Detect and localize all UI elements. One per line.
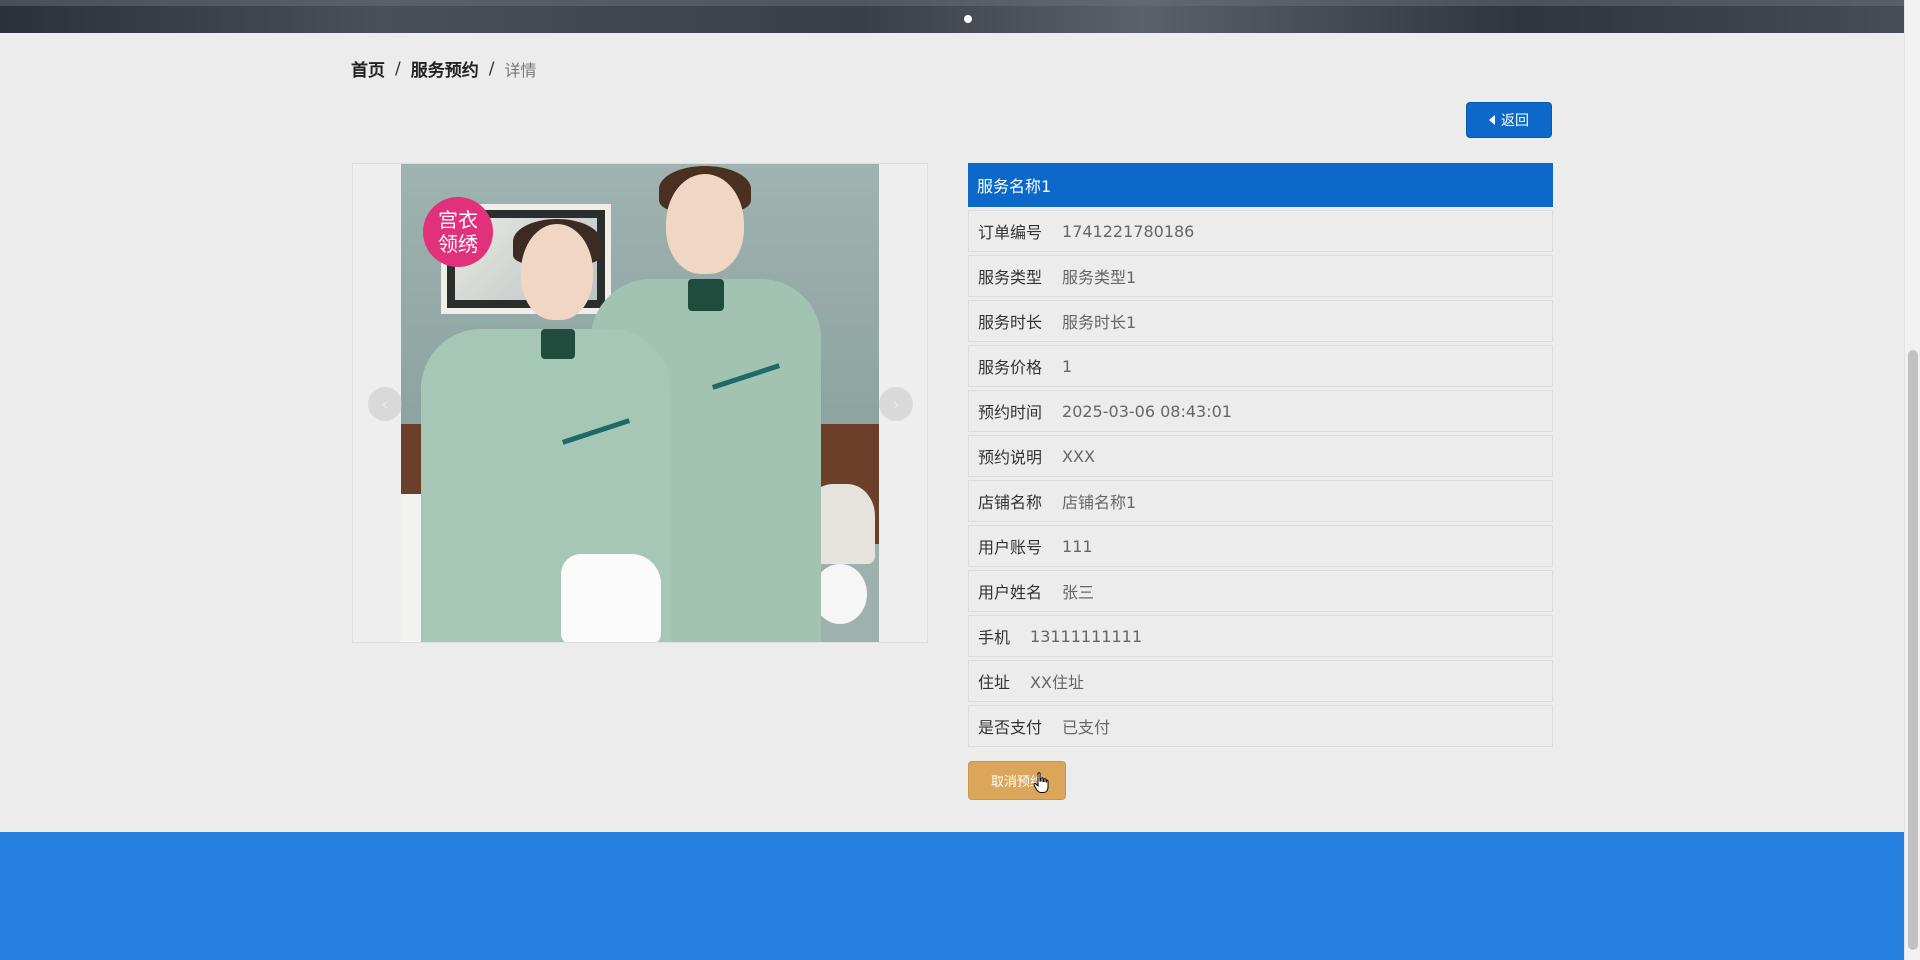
detail-row-shop-name: 店铺名称 店铺名称1 bbox=[968, 480, 1553, 522]
detail-label: 住址 bbox=[978, 673, 1011, 692]
image-carousel: 宫衣 领绣 ‹ › bbox=[352, 163, 928, 643]
detail-row-payment-status: 是否支付 已支付 bbox=[968, 705, 1553, 747]
carousel-dot[interactable] bbox=[964, 15, 972, 23]
detail-value: 13111111111 bbox=[1030, 626, 1142, 646]
detail-label: 服务价格 bbox=[978, 358, 1043, 377]
detail-row-phone: 手机 13111111111 bbox=[968, 615, 1553, 657]
back-button-label: 返回 bbox=[1501, 112, 1529, 128]
chevron-right-icon[interactable]: › bbox=[879, 387, 913, 421]
scrollbar-thumb[interactable] bbox=[1908, 350, 1918, 950]
detail-row-address: 住址 XX住址 bbox=[968, 660, 1553, 702]
detail-value: 服务类型1 bbox=[1062, 268, 1137, 287]
service-detail-panel: 服务名称1 订单编号 1741221780186 服务类型 服务类型1 服务时长… bbox=[968, 163, 1553, 747]
breadcrumb-separator: / bbox=[488, 58, 495, 79]
detail-value: XX住址 bbox=[1030, 673, 1084, 692]
detail-label: 服务类型 bbox=[978, 268, 1043, 287]
detail-value: 店铺名称1 bbox=[1062, 493, 1137, 512]
back-button[interactable]: 返回 bbox=[1466, 102, 1552, 138]
detail-value: 111 bbox=[1062, 536, 1093, 556]
detail-row-service-type: 服务类型 服务类型1 bbox=[968, 255, 1553, 297]
top-banner bbox=[0, 0, 1904, 33]
detail-row-order-number: 订单编号 1741221780186 bbox=[968, 210, 1553, 252]
breadcrumb: 首页 / 服务预约 / 详情 bbox=[351, 56, 537, 82]
badge-line-1: 宫衣 bbox=[438, 208, 478, 232]
detail-value: 张三 bbox=[1062, 583, 1095, 602]
badge-line-2: 领绣 bbox=[438, 232, 478, 256]
brand-logo-badge: 宫衣 领绣 bbox=[423, 197, 493, 267]
detail-label: 预约说明 bbox=[978, 448, 1043, 467]
detail-value: 1 bbox=[1062, 356, 1073, 376]
breadcrumb-current: 详情 bbox=[504, 60, 537, 80]
detail-value: 2025-03-06 08:43:01 bbox=[1062, 401, 1232, 421]
hand-cursor-icon bbox=[1033, 772, 1049, 793]
banner-skyline bbox=[0, 0, 1904, 6]
page-scrollbar[interactable] bbox=[1904, 0, 1920, 960]
detail-label: 服务时长 bbox=[978, 313, 1043, 332]
service-photo: 宫衣 领绣 bbox=[401, 164, 879, 642]
detail-label: 手机 bbox=[978, 628, 1011, 647]
detail-row-booking-time: 预约时间 2025-03-06 08:43:01 bbox=[968, 390, 1553, 432]
detail-value: 1741221780186 bbox=[1062, 221, 1195, 241]
detail-label: 店铺名称 bbox=[978, 493, 1043, 512]
detail-value: 服务时长1 bbox=[1062, 313, 1137, 332]
detail-value: XXX bbox=[1062, 446, 1095, 466]
detail-label: 是否支付 bbox=[978, 718, 1043, 737]
breadcrumb-service-booking[interactable]: 服务预约 bbox=[411, 56, 479, 81]
page-footer bbox=[0, 832, 1904, 960]
caret-left-icon bbox=[1489, 115, 1495, 125]
service-title: 服务名称1 bbox=[968, 163, 1553, 207]
detail-label: 用户账号 bbox=[978, 538, 1043, 557]
detail-row-price: 服务价格 1 bbox=[968, 345, 1553, 387]
detail-row-duration: 服务时长 服务时长1 bbox=[968, 300, 1553, 342]
detail-row-booking-note: 预约说明 XXX bbox=[968, 435, 1553, 477]
chevron-left-icon[interactable]: ‹ bbox=[368, 387, 402, 421]
breadcrumb-separator: / bbox=[395, 58, 401, 79]
cancel-booking-button[interactable]: 取消预约 bbox=[968, 761, 1066, 800]
detail-label: 预约时间 bbox=[978, 403, 1043, 422]
detail-label: 订单编号 bbox=[978, 223, 1043, 242]
detail-row-user-name: 用户姓名 张三 bbox=[968, 570, 1553, 612]
detail-row-user-account: 用户账号 111 bbox=[968, 525, 1553, 567]
detail-label: 用户姓名 bbox=[978, 583, 1043, 602]
detail-value: 已支付 bbox=[1062, 718, 1111, 737]
breadcrumb-home[interactable]: 首页 bbox=[351, 56, 385, 81]
